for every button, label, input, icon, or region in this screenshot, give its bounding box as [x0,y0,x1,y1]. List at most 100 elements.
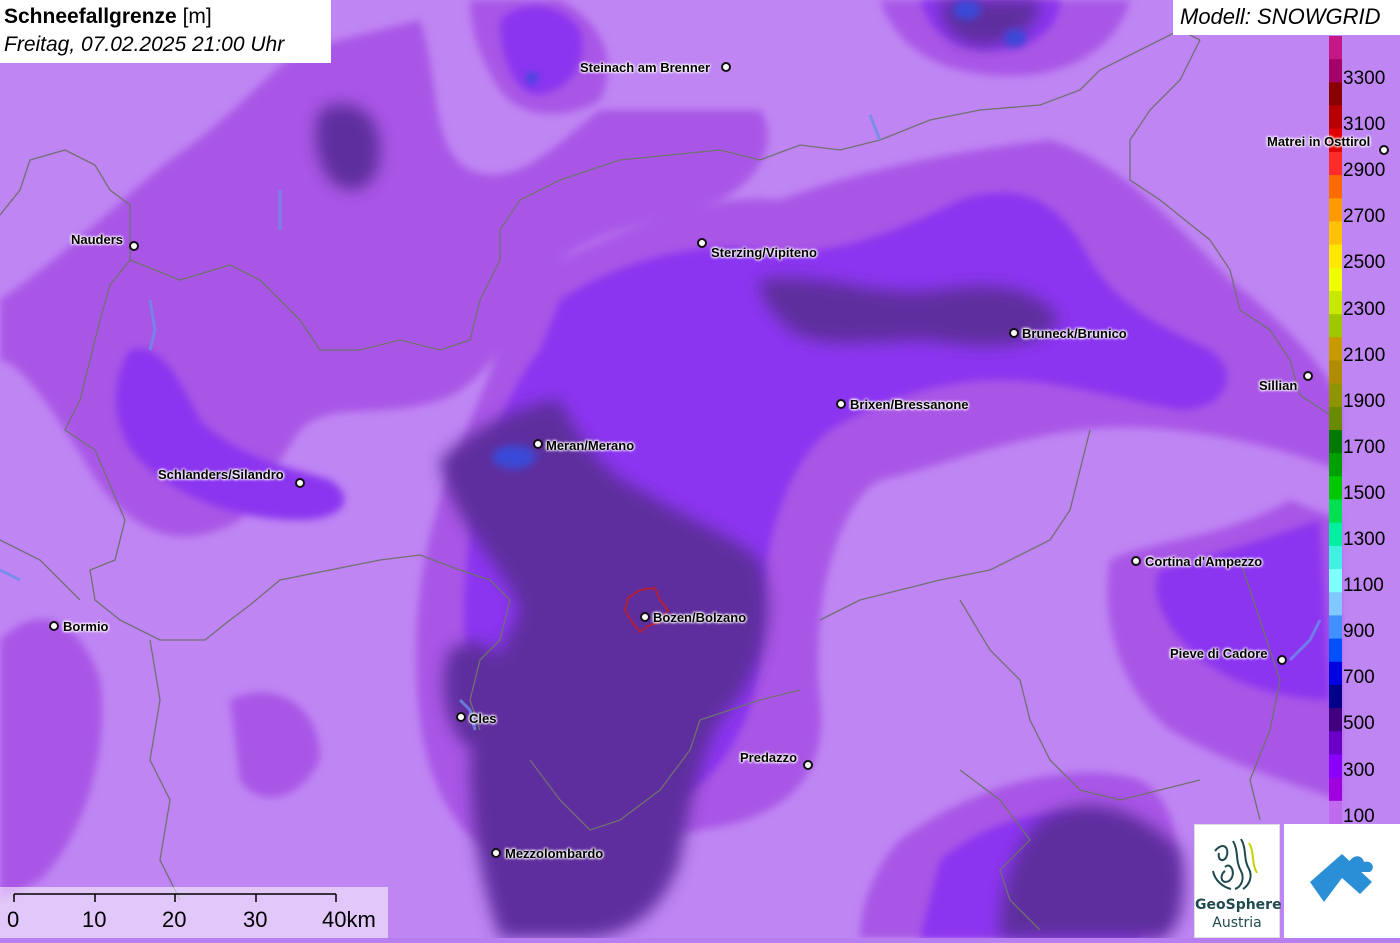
city-label[interactable]: Nauders [71,232,123,247]
geosphere-country: Austria [1212,915,1262,931]
snow-arrow-icon [1310,854,1373,902]
legend-label: 2900 [1343,160,1386,182]
legend-swatch [1329,499,1342,524]
city-marker[interactable] [697,238,707,248]
geosphere-logo[interactable]: GeoSphere Austria [1194,824,1282,938]
city-label[interactable]: Cles [469,711,496,726]
city-marker[interactable] [803,760,813,770]
legend-swatch [1329,244,1342,269]
legend-swatch [1329,754,1342,779]
legend-swatch [1329,82,1342,107]
legend-label: 300 [1343,759,1375,781]
geosphere-name: GeoSphere [1195,897,1282,913]
legend-swatch [1329,383,1342,408]
city-marker[interactable] [129,241,139,251]
city-label[interactable]: Matrei in Osttirol [1267,134,1370,149]
legend-label: 1500 [1343,482,1386,504]
legend-swatch [1329,453,1342,477]
legend-label: 1900 [1343,390,1386,412]
title-bold: Schneefallgrenze [4,5,177,28]
city-marker[interactable] [456,712,466,722]
scale-tick-20: 20 [162,907,187,932]
color-legend: 3300 3100 2900 2700 2500 2300 2100 1900 1700 1500… [1329,36,1400,826]
legend-swatch [1329,661,1342,686]
legend-swatch [1329,476,1342,501]
legend-swatch [1329,684,1342,709]
city-marker[interactable] [836,399,846,409]
city-label[interactable]: Sillian [1259,378,1297,393]
city-label[interactable]: Bozen/Bolzano [653,610,746,625]
legend-swatch [1329,36,1342,60]
city-label[interactable]: Schlanders/Silandro [158,467,284,482]
legend-swatch [1329,221,1342,246]
legend-swatch [1329,151,1342,176]
legend-label: 500 [1343,713,1375,735]
legend-label: 2300 [1343,298,1386,320]
city-marker[interactable] [1009,328,1019,338]
city-label[interactable]: Brixen/Bressanone [850,397,969,412]
legend-label: 900 [1343,621,1375,643]
legend-label: 2700 [1343,206,1386,228]
city-label[interactable]: Predazzo [740,750,797,765]
legend-label: 3100 [1343,114,1386,136]
city-label[interactable]: Cortina d'Ampezzo [1145,554,1262,569]
legend-swatch [1329,592,1342,617]
legend-color-bar [1329,36,1342,824]
city-label[interactable]: Mezzolombardo [505,846,603,861]
scale-bar: 0 10 20 30 40km [0,887,388,938]
city-marker[interactable] [49,621,59,631]
legend-label: 700 [1343,667,1375,689]
city-label[interactable]: Pieve di Cadore [1170,646,1268,661]
city-marker[interactable] [533,439,543,449]
legend-label: 1100 [1343,575,1384,597]
scale-tick-0: 0 [7,907,20,932]
legend-label: 2500 [1343,252,1386,274]
legend-swatch [1329,360,1342,385]
map-title: Schneefallgrenze [m] [4,3,327,30]
city-marker[interactable] [721,62,731,72]
legend-swatch [1329,198,1342,223]
legend-swatch [1329,731,1342,756]
app-logo[interactable] [1284,824,1400,938]
city-marker[interactable] [1277,655,1287,665]
city-marker[interactable] [295,478,305,488]
city-label[interactable]: Bormio [63,619,109,634]
legend-swatch [1329,314,1342,338]
title-panel: Schneefallgrenze [m] Freitag, 07.02.2025… [0,0,331,63]
legend-label: 3300 [1343,68,1386,89]
city-marker[interactable] [1303,371,1313,381]
legend-swatch [1329,569,1342,593]
scale-tick-30: 30 [243,907,268,932]
legend-swatch [1329,337,1342,362]
map-datetime: Freitag, 07.02.2025 21:00 Uhr [4,33,285,56]
legend-label: 2100 [1343,344,1386,366]
legend-swatch [1329,615,1342,640]
title-unit: [m] [182,5,212,28]
city-label[interactable]: Meran/Merano [546,438,634,453]
legend-label: 1700 [1343,436,1386,458]
city-marker[interactable] [640,612,650,622]
legend-swatch [1329,708,1342,732]
legend-swatch [1329,777,1342,802]
city-label[interactable]: Bruneck/Brunico [1022,326,1127,341]
legend-swatch [1329,105,1342,130]
geosphere-emblem-icon [1212,838,1258,890]
city-label[interactable]: Sterzing/Vipiteno [711,245,817,260]
legend-swatch [1329,290,1342,315]
legend-swatch [1329,267,1342,292]
legend-swatch [1329,406,1342,431]
legend-swatch [1329,522,1342,547]
scale-tick-40: 40km [322,907,376,932]
legend-swatch [1329,545,1342,570]
legend-swatch [1329,59,1342,83]
city-label[interactable]: Steinach am Brenner [580,60,710,75]
legend-swatch [1329,638,1342,663]
legend-swatch [1329,175,1342,199]
city-marker[interactable] [491,848,501,858]
city-marker[interactable] [1379,145,1389,155]
legend-swatch [1329,800,1342,824]
model-label: Modell: SNOWGRID [1173,0,1400,35]
legend-swatch [1329,430,1342,454]
city-marker[interactable] [1131,556,1141,566]
scale-tick-10: 10 [82,907,107,932]
